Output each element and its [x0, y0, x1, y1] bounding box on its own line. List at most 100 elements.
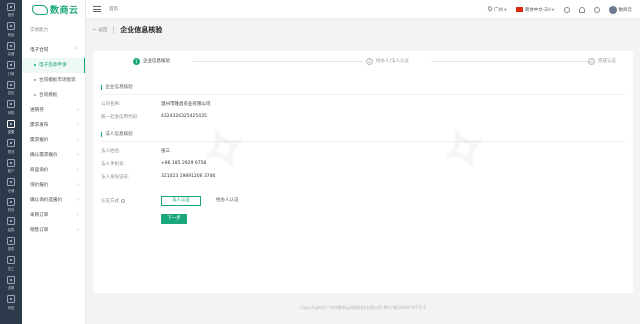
rail-item-label: 订单: [7, 71, 15, 76]
rail-item-label: 仓储: [7, 188, 15, 193]
auth-option-legal[interactable]: 法人认证: [161, 196, 201, 206]
rail-item-label: 结算: [7, 227, 15, 232]
divider: [101, 94, 625, 95]
submenu-item[interactable]: 合同模板市场套装: [22, 73, 85, 88]
china-flag-icon: [515, 6, 523, 12]
legal-name-value: 张三: [161, 149, 170, 154]
menu-toggle-icon[interactable]: [93, 6, 101, 12]
message-icon[interactable]: [563, 6, 570, 13]
rail-item[interactable]: 结算: [0, 215, 22, 235]
menu-item-label: 销售订单: [30, 228, 49, 233]
chevron-down-icon: ▼: [504, 8, 507, 12]
chevron-right-icon: ›: [77, 152, 79, 158]
rail-item-label: 首页: [7, 13, 15, 17]
stepper: 1 企业信息核验 2 经办人/法人认证 3 完成认证: [121, 56, 621, 66]
rail-module-icon: [7, 158, 15, 167]
user-menu[interactable]: 数商云: [608, 5, 632, 14]
menu-item[interactable]: 需求报价 ›: [22, 133, 85, 148]
menu-item[interactable]: 确认需求报价 ›: [22, 148, 85, 163]
menu-item[interactable]: 销售订单 ›: [22, 223, 85, 238]
page-header: ← 返回 企业信息核验: [86, 19, 640, 41]
rail-module-icon: [7, 256, 15, 264]
next-button[interactable]: 下一步: [161, 214, 187, 224]
bullet-icon: [34, 93, 36, 96]
page-title: 企业信息核验: [120, 26, 163, 34]
top-bar: 首页 广州▼ 简体中文-ZH▼ 数商云: [86, 0, 640, 19]
rail-item[interactable]: 供应: [0, 78, 22, 98]
chevron-right-icon: ›: [77, 167, 79, 173]
step-2: 2 经办人/法人认证: [366, 56, 409, 66]
submenu-item[interactable]: 合同模板: [22, 88, 85, 103]
menu-item[interactable]: 电子合同 ⌃: [22, 43, 85, 58]
chevron-right-icon: ›: [77, 212, 79, 218]
bullet-icon: [34, 63, 36, 66]
rail-module-icon: [7, 22, 15, 30]
menu-item-label: 电子签章申请: [39, 63, 67, 68]
question-icon[interactable]: [121, 198, 125, 203]
home-link[interactable]: 首页: [109, 6, 118, 12]
rail-module-icon: [7, 236, 15, 245]
watermark: ⟡: [430, 106, 496, 186]
rail-module-icon: [7, 295, 15, 303]
back-button[interactable]: ← 返回: [93, 27, 107, 33]
menu-item[interactable]: 采购订单 ›: [22, 208, 85, 223]
step-line: [193, 60, 363, 62]
chevron-up-icon: ⌃: [74, 47, 79, 53]
rail-module-icon: [7, 178, 15, 186]
chevron-right-icon: ›: [77, 227, 79, 233]
rail-item[interactable]: 设置: [0, 273, 22, 293]
rail-item[interactable]: 报表: [0, 234, 22, 254]
rail-module-icon: [7, 100, 15, 108]
menu-item[interactable]: 确认询价选报价 ›: [22, 193, 85, 208]
step-3: 3 完成认证: [588, 56, 616, 66]
rail-item-label: 财务: [7, 208, 15, 212]
logo[interactable]: 数商云: [22, 0, 85, 19]
rail-item[interactable]: 客户: [0, 156, 22, 176]
rail-item[interactable]: 采购: [0, 98, 22, 118]
rail-item[interactable]: 首页: [0, 0, 22, 20]
icon-rail: 首页商品店铺订单供应采购交易 物流客户仓储财务结算报表员工设置 系统: [0, 0, 22, 324]
submenu-item[interactable]: 电子签章申请: [22, 58, 85, 73]
step-line: [431, 60, 591, 62]
bell-icon[interactable]: [578, 6, 585, 13]
rail-item[interactable]: 交易: [0, 117, 22, 137]
rail-item-label: 商品: [7, 32, 15, 37]
location-pin-icon: [486, 5, 494, 12]
legal-phone-row: 法人手机号: +86 185 2929 6758: [101, 161, 207, 167]
divider: [101, 141, 625, 142]
rail-item[interactable]: 仓储: [0, 176, 22, 196]
menu-item[interactable]: 询价报价 ›: [22, 178, 85, 193]
settings-icon[interactable]: [593, 6, 600, 13]
rail-item-label: 员工: [7, 266, 15, 271]
menu-item-label: 询价报价: [30, 183, 49, 188]
location-selector[interactable]: 广州▼: [486, 5, 507, 13]
rail-item-label: 客户: [7, 169, 15, 173]
rail-item[interactable]: 店铺: [0, 39, 22, 59]
rail-module-icon: [7, 41, 15, 50]
logo-text: 数商云: [50, 6, 79, 16]
rail-module-icon: [7, 80, 15, 89]
menu-item-label: 采购订单: [30, 213, 49, 218]
rail-item[interactable]: 订单: [0, 59, 22, 79]
rail-item[interactable]: 商品: [0, 20, 22, 40]
language-selector[interactable]: 简体中文-ZH▼: [515, 6, 555, 13]
menu-item-label: 确认询价选报价: [30, 198, 63, 203]
rail-module-icon: [7, 119, 15, 128]
rail-item[interactable]: 员工: [0, 254, 22, 274]
menu-item[interactable]: 需求发布 ›: [22, 118, 85, 133]
chevron-right-icon: ›: [77, 137, 79, 143]
rail-item-label: 店铺: [7, 52, 15, 56]
rail-module-icon: [7, 139, 15, 147]
rail-item[interactable]: 财务: [0, 195, 22, 215]
rail-item-label: 采购: [7, 110, 15, 115]
menu-item[interactable]: 进销存 ›: [22, 103, 85, 118]
rail-item[interactable]: 物流: [0, 137, 22, 157]
menu-item-label: 需求发布: [30, 123, 49, 128]
auth-option-agent[interactable]: 经办人认证: [205, 196, 250, 206]
menu-item-label: 合同模板: [39, 93, 58, 98]
rail-item[interactable]: 系统: [0, 293, 22, 313]
menu-item-label: 电子合同: [30, 48, 49, 53]
rail-item-label: 报表: [7, 247, 15, 251]
menu-item[interactable]: 商品询价 ›: [22, 163, 85, 178]
legal-phone-value: +86 185 2929 6758: [161, 161, 207, 166]
